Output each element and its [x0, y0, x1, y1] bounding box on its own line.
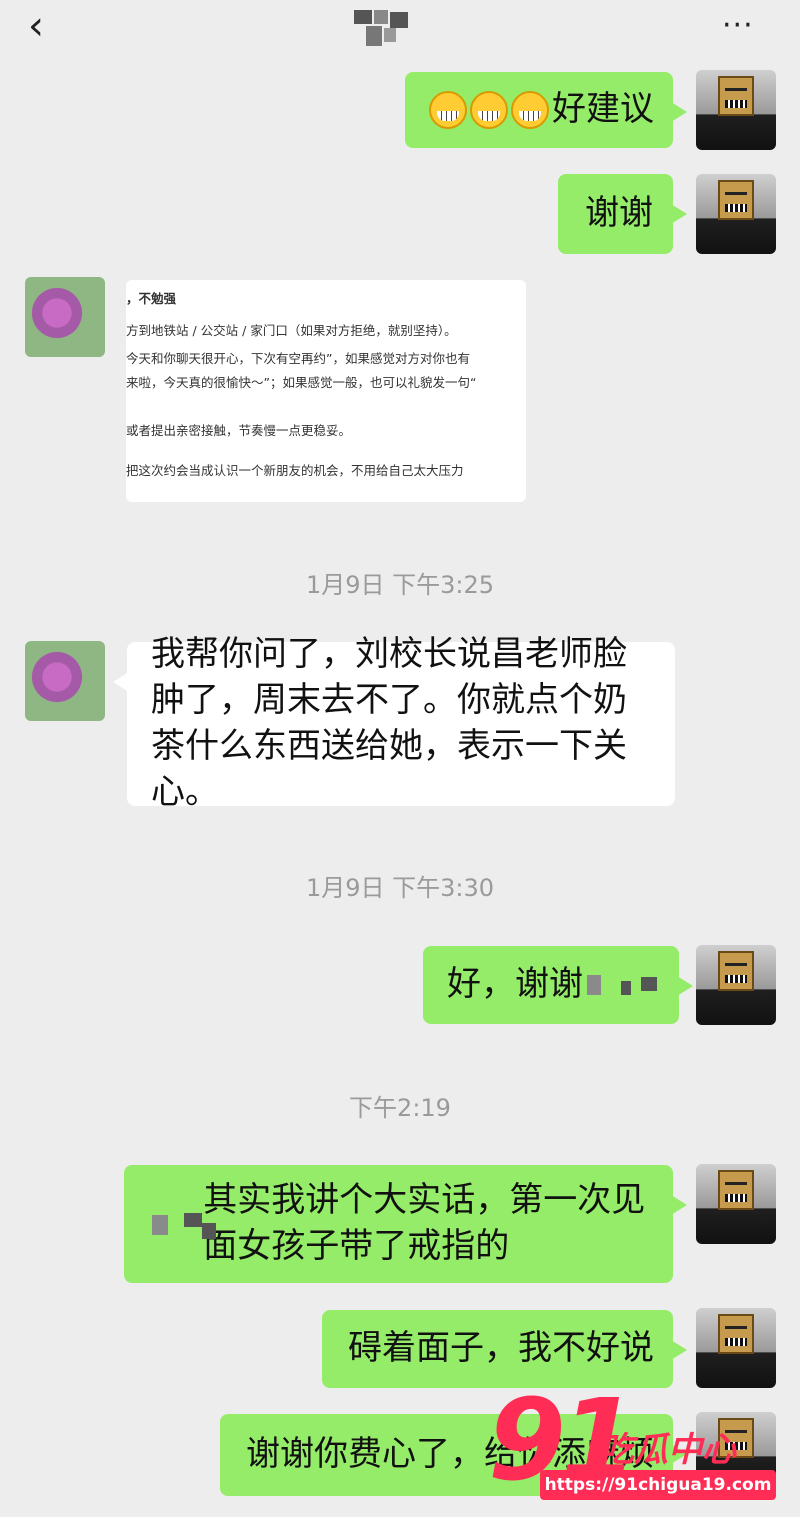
timestamp: 1月9日 下午3:25 — [305, 571, 495, 599]
my-avatar[interactable] — [696, 1308, 776, 1388]
card-text-line: 或者提出亲密接触，节奏慢一点更稳妥。 — [126, 423, 352, 438]
card-text-line: ，不勉强 — [126, 291, 177, 306]
contact-name-mosaic — [354, 10, 410, 50]
chevron-left-icon[interactable]: ‹ — [28, 6, 64, 48]
message-text: 谢谢 — [585, 193, 653, 234]
message-bubble-sent[interactable]: 好，谢谢 — [423, 946, 693, 1024]
my-avatar[interactable] — [696, 945, 776, 1025]
timestamp: 下午2:19 — [349, 1094, 451, 1122]
redacted-mosaic — [587, 971, 657, 999]
chat-header: ‹ ··· — [0, 0, 800, 60]
contact-avatar[interactable] — [25, 641, 105, 721]
watermark-text: 吃瓜中心 — [600, 1430, 736, 1470]
more-options-icon[interactable]: ··· — [722, 8, 754, 43]
card-text-line: 今天和你聊天很开心，下次有空再约”，如果感觉对方对你也有 — [126, 351, 470, 366]
message-bubble-sent[interactable]: 好建议 — [405, 72, 687, 148]
grin-emoji-icon — [429, 91, 467, 129]
message-bubble-sent[interactable]: 谢谢 — [558, 174, 687, 254]
message-bubble-received[interactable]: 我帮你问了，刘校长说昌老师脸肿了，周末去不了。你就点个奶茶什么东西送给她，表示一… — [113, 634, 675, 812]
card-text-line: 来啦，今天真的很愉快～”；如果感觉一般，也可以礼貌发一句“ — [126, 375, 477, 390]
message-text: 我帮你问了，刘校长说昌老师脸肿了，周末去不了。你就点个奶茶什么东西送给她，表示一… — [151, 634, 627, 812]
timestamp: 1月9日 下午3:30 — [305, 874, 495, 902]
grin-emoji-icon — [470, 91, 508, 129]
my-avatar[interactable] — [696, 174, 776, 254]
my-avatar[interactable] — [696, 70, 776, 150]
watermark-url: https://91chigua19.com — [540, 1470, 776, 1500]
card-text-line: 方到地铁站 / 公交站 / 家门口（如果对方拒绝，就别坚持）。 — [126, 323, 457, 338]
message-text: 好，谢谢 — [447, 964, 583, 1005]
card-text-line: 把这次约会当成认识一个新朋友的机会，不用给自己太大压力 — [126, 463, 464, 478]
my-avatar[interactable] — [696, 1164, 776, 1244]
message-text: 好建议 — [552, 89, 654, 130]
grin-emoji-icon — [511, 91, 549, 129]
message-text: 碍着面子，我不好说 — [348, 1328, 654, 1369]
message-bubble-sent[interactable]: 其实我讲个大实话，第一次见面女孩子带了戒指的 — [124, 1165, 687, 1283]
contact-avatar[interactable] — [25, 277, 105, 357]
message-text: 其实我讲个大实话，第一次见面女孩子带了戒指的 — [203, 1180, 646, 1266]
screenshot-image-message[interactable]: ，不勉强 方到地铁站 / 公交站 / 家门口（如果对方拒绝，就别坚持）。 今天和… — [126, 280, 526, 502]
redacted-mosaic — [148, 1209, 216, 1239]
